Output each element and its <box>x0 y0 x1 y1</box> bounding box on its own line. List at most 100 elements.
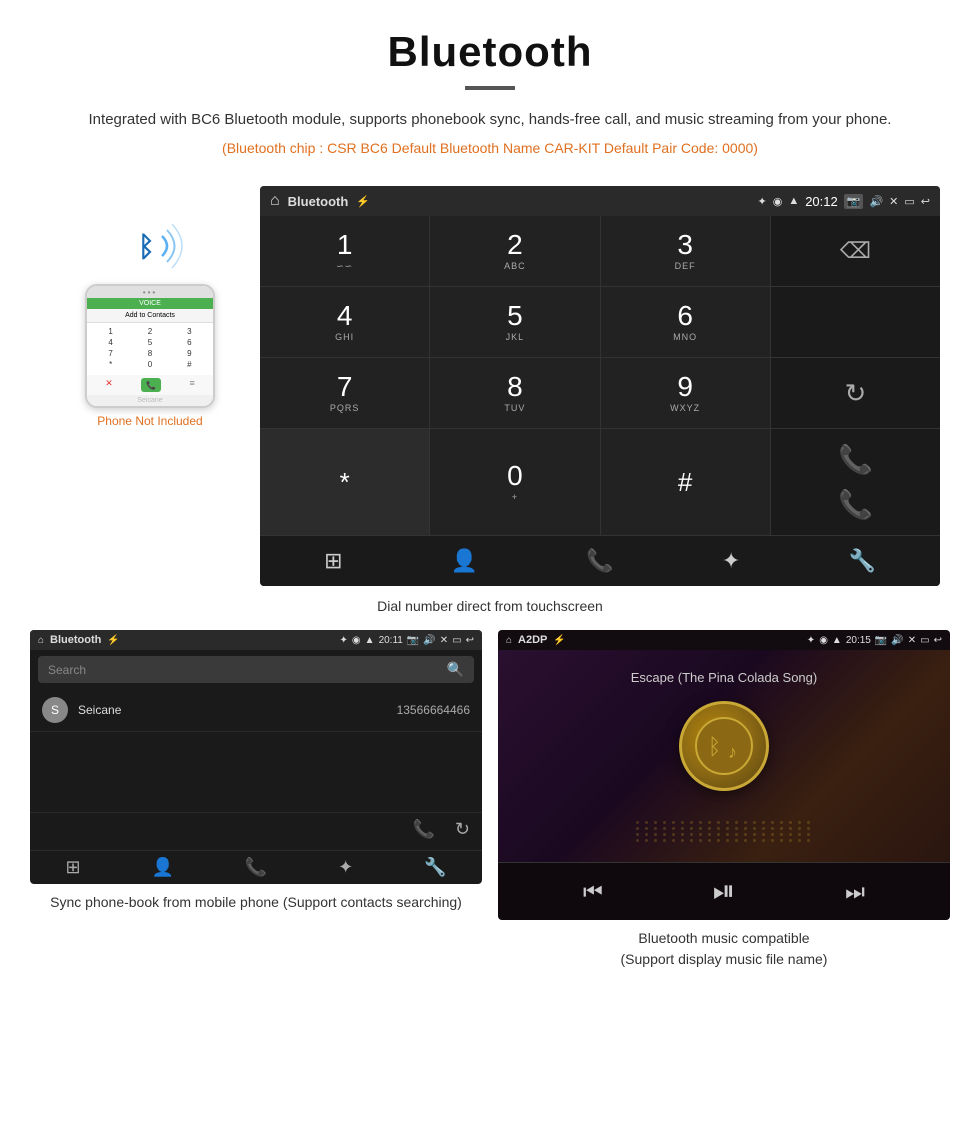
app-label: Bluetooth <box>288 194 349 209</box>
music-controls: ⏮ ⏯ ⏭ <box>498 862 950 920</box>
music-app-label: A2DP <box>518 634 547 646</box>
music-block: ⌂ A2DP ⚡ ✦◉▲ 20:15 📷🔊✕▭↩ Escape (The Pin… <box>498 630 950 970</box>
music-time: 20:15 <box>846 635 871 646</box>
key-5[interactable]: 5 JKL <box>430 287 599 357</box>
statusbar-right: ✦ ◉ ▲ 20:12 📷 🔊 ✕ ▭ ↩ <box>757 194 930 209</box>
phone-section: ᛒ VOICE Add to Contacts 123 456 789 <box>40 186 260 428</box>
music-usb-icon: ⚡ <box>553 635 565 646</box>
dial-caption: Dial number direct from touchscreen <box>0 598 980 614</box>
phonebook-block: ⌂ Bluetooth ⚡ ✦◉▲ 20:11 📷🔊✕▭↩ Search 🔍 S <box>30 630 482 970</box>
android-dial-screen: ⌂ Bluetooth ⚡ ✦ ◉ ▲ 20:12 📷 🔊 ✕ ▭ ↩ 1 ∽∽ <box>260 186 940 586</box>
close-app-icon: ✕ <box>889 195 898 208</box>
usb-icon: ⚡ <box>356 195 370 208</box>
phone-keypad: 123 456 789 *0# <box>87 323 213 375</box>
phone-mockup: VOICE Add to Contacts 123 456 789 *0# ✕ <box>85 284 215 408</box>
dial-statusbar: ⌂ Bluetooth ⚡ ✦ ◉ ▲ 20:12 📷 🔊 ✕ ▭ ↩ <box>260 186 940 216</box>
pb-nav-person[interactable]: 👤 <box>151 857 173 878</box>
statusbar-left: ⌂ Bluetooth ⚡ <box>270 192 370 210</box>
nav-dialpad-icon[interactable]: ⊞ <box>324 548 342 574</box>
music-caption: Bluetooth music compatible(Support displ… <box>498 928 950 970</box>
key-7[interactable]: 7 PQRS <box>260 358 429 428</box>
pb-statusbar: ⌂ Bluetooth ⚡ ✦◉▲ 20:11 📷🔊✕▭↩ <box>30 630 482 650</box>
pb-search-placeholder: Search <box>48 663 86 677</box>
description-text: Integrated with BC6 Bluetooth module, su… <box>80 108 900 132</box>
phone-green-bar: VOICE <box>87 298 213 309</box>
svg-text:♪: ♪ <box>728 742 737 762</box>
page-header: Bluetooth Integrated with BC6 Bluetooth … <box>0 0 980 186</box>
phone-not-included: Phone Not Included <box>97 414 202 428</box>
svg-text:ᛒ: ᛒ <box>138 231 155 262</box>
watermark: Seicane <box>137 397 162 404</box>
svg-text:ᛒ: ᛒ <box>708 734 721 759</box>
pb-app-label: Bluetooth <box>50 634 101 646</box>
pb-usb-icon: ⚡ <box>107 635 119 646</box>
empty-cell-1 <box>771 287 940 357</box>
bottom-nav: ⊞ 👤 📞 ✦ 🔧 <box>260 535 940 586</box>
pb-home-icon: ⌂ <box>38 635 44 646</box>
nav-phone-icon[interactable]: 📞 <box>586 548 613 574</box>
phone-top-bar <box>87 286 213 298</box>
pb-bottom-nav: ⊞ 👤 📞 ✦ 🔧 <box>30 850 482 884</box>
key-star[interactable]: * <box>260 429 429 535</box>
music-album-art: ᛒ ♪ <box>679 701 769 791</box>
phone-bottom-row: ✕ ≡ <box>87 375 213 395</box>
pb-nav-bt[interactable]: ✦ <box>338 857 353 878</box>
nav-contacts-icon[interactable]: 👤 <box>451 548 478 574</box>
bluetooth-waves: ᛒ <box>110 216 190 276</box>
phonebook-caption: Sync phone-book from mobile phone (Suppo… <box>30 892 482 913</box>
pb-nav-dialpad[interactable]: ⊞ <box>65 857 80 878</box>
key-hash[interactable]: # <box>601 429 770 535</box>
pb-contact-row: S Seicane 13566664466 <box>30 689 482 732</box>
pb-nav-settings[interactable]: 🔧 <box>424 857 446 878</box>
call-red-button[interactable]: 📞 <box>838 488 873 521</box>
key-6[interactable]: 6 MNO <box>601 287 770 357</box>
pb-avatar: S <box>42 697 68 723</box>
call-green-button[interactable]: 📞 <box>838 443 873 476</box>
multiwindow-icon: ▭ <box>904 195 914 208</box>
music-song-title: Escape (The Pina Colada Song) <box>631 670 817 685</box>
delete-button[interactable]: ⌫ <box>771 216 940 286</box>
wifi-icon: ▲ <box>788 195 799 207</box>
pb-refresh-icon[interactable]: ↻ <box>455 819 470 840</box>
skip-back-button[interactable]: ⏮ <box>583 879 603 905</box>
pb-call-icon[interactable]: 📞 <box>412 819 434 840</box>
home-icon: ⌂ <box>270 192 280 210</box>
time-display: 20:12 <box>805 194 838 209</box>
nav-bt-icon[interactable]: ✦ <box>722 548 740 574</box>
nav-settings-icon[interactable]: 🔧 <box>848 548 875 574</box>
play-pause-button[interactable]: ⏯ <box>713 875 735 908</box>
refresh-button[interactable]: ↻ <box>771 358 940 428</box>
key-1[interactable]: 1 ∽∽ <box>260 216 429 286</box>
music-content: Escape (The Pina Colada Song) ᛒ ♪ // Gen… <box>498 650 950 862</box>
pb-time: 20:11 <box>379 635 403 646</box>
key-8[interactable]: 8 TUV <box>430 358 599 428</box>
main-content: ᛒ VOICE Add to Contacts 123 456 789 <box>0 186 980 586</box>
key-0[interactable]: 0 + <box>430 429 599 535</box>
dialpad-grid: 1 ∽∽ 2 ABC 3 DEF ⌫ 4 GHI 5 JKL <box>260 216 940 535</box>
key-3[interactable]: 3 DEF <box>601 216 770 286</box>
music-screenshot: ⌂ A2DP ⚡ ✦◉▲ 20:15 📷🔊✕▭↩ Escape (The Pin… <box>498 630 950 920</box>
camera-icon: 📷 <box>844 194 864 209</box>
key-9[interactable]: 9 WXYZ <box>601 358 770 428</box>
back-icon: ↩ <box>921 195 930 208</box>
skip-forward-button[interactable]: ⏭ <box>845 879 865 905</box>
title-divider <box>465 86 515 90</box>
key-2[interactable]: 2 ABC <box>430 216 599 286</box>
location-icon: ◉ <box>773 195 783 208</box>
bt-icon: ✦ <box>757 195 766 208</box>
volume-icon: 🔊 <box>869 195 883 208</box>
bottom-screenshots: ⌂ Bluetooth ⚡ ✦◉▲ 20:11 📷🔊✕▭↩ Search 🔍 S <box>0 630 980 970</box>
key-4[interactable]: 4 GHI <box>260 287 429 357</box>
phonebook-screenshot: ⌂ Bluetooth ⚡ ✦◉▲ 20:11 📷🔊✕▭↩ Search 🔍 S <box>30 630 482 884</box>
pb-search-bar[interactable]: Search 🔍 <box>38 656 474 683</box>
pb-nav-phone[interactable]: 📞 <box>245 857 267 878</box>
call-buttons: 📞 📞 <box>771 429 940 535</box>
pb-contact-phone: 13566664466 <box>397 703 470 717</box>
pb-contact-name: Seicane <box>78 703 397 717</box>
search-icon: 🔍 <box>447 661 464 678</box>
music-home-icon: ⌂ <box>506 635 512 646</box>
page-title: Bluetooth <box>0 28 980 76</box>
phone-add-contact: Add to Contacts <box>87 309 213 323</box>
specs-text: (Bluetooth chip : CSR BC6 Default Blueto… <box>0 140 980 156</box>
phone-call-btn <box>141 378 161 392</box>
